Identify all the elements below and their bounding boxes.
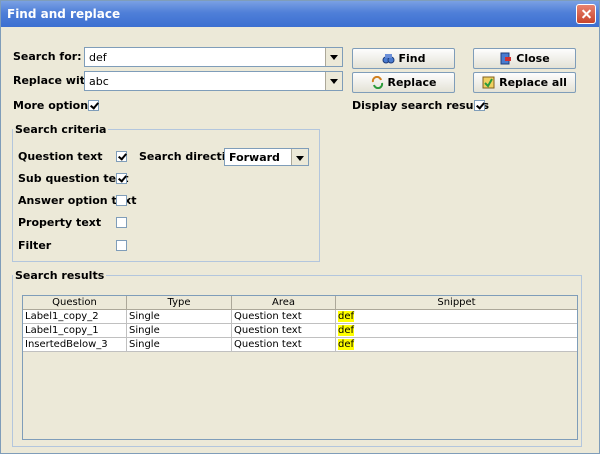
filter-checkbox[interactable] bbox=[116, 240, 127, 251]
property-text-label: Property text bbox=[18, 216, 102, 229]
cell-type: Single bbox=[127, 310, 232, 323]
replace-all-label: Replace all bbox=[499, 76, 567, 89]
results-table: Question Type Area Snippet Label1_copy_2… bbox=[22, 295, 578, 440]
search-results-title: Search results bbox=[13, 269, 107, 282]
cell-question: Label1_copy_1 bbox=[23, 324, 127, 337]
chevron-down-icon[interactable] bbox=[325, 72, 342, 90]
column-header-question[interactable]: Question bbox=[23, 296, 127, 309]
search-direction-value: Forward bbox=[229, 151, 280, 164]
sub-question-text-checkbox[interactable] bbox=[116, 173, 127, 184]
replace-button[interactable]: Replace bbox=[352, 72, 455, 93]
property-text-checkbox[interactable] bbox=[116, 217, 127, 228]
cell-question: InsertedBelow_3 bbox=[23, 338, 127, 351]
close-window-icon[interactable] bbox=[576, 4, 596, 24]
snippet-highlight: def bbox=[338, 339, 355, 350]
search-for-label: Search for: bbox=[13, 50, 82, 63]
cell-area: Question text bbox=[232, 310, 336, 323]
binoculars-icon bbox=[382, 52, 395, 65]
replace-with-value: abc bbox=[89, 75, 109, 88]
find-button[interactable]: Find bbox=[352, 48, 455, 69]
find-replace-dialog: Find and replace Search for: def Replace… bbox=[0, 0, 600, 454]
replace-with-combo[interactable]: abc bbox=[84, 71, 343, 91]
sub-question-text-label: Sub question text bbox=[18, 172, 129, 185]
replace-all-icon bbox=[482, 76, 495, 89]
cell-area: Question text bbox=[232, 338, 336, 351]
table-row[interactable]: Label1_copy_2 Single Question text def bbox=[23, 310, 577, 324]
chevron-down-icon[interactable] bbox=[325, 48, 342, 66]
table-row[interactable]: Label1_copy_1 Single Question text def bbox=[23, 324, 577, 338]
replace-all-button[interactable]: Replace all bbox=[473, 72, 576, 93]
snippet-highlight: def bbox=[338, 311, 355, 322]
cell-question: Label1_copy_2 bbox=[23, 310, 127, 323]
more-options-label: More options bbox=[13, 99, 95, 112]
chevron-down-icon[interactable] bbox=[291, 149, 308, 165]
cell-snippet: def bbox=[336, 324, 577, 337]
display-results-label: Display search results bbox=[352, 99, 490, 112]
cell-type: Single bbox=[127, 338, 232, 351]
cell-snippet: def bbox=[336, 310, 577, 323]
close-label: Close bbox=[516, 52, 550, 65]
column-header-type[interactable]: Type bbox=[127, 296, 232, 309]
question-text-label: Question text bbox=[18, 150, 103, 163]
find-label: Find bbox=[398, 52, 426, 65]
table-header: Question Type Area Snippet bbox=[23, 296, 577, 310]
search-criteria-title: Search criteria bbox=[13, 123, 109, 136]
table-row[interactable]: InsertedBelow_3 Single Question text def bbox=[23, 338, 577, 352]
search-for-value: def bbox=[89, 51, 107, 64]
window-title: Find and replace bbox=[7, 7, 121, 21]
cell-area: Question text bbox=[232, 324, 336, 337]
search-for-combo[interactable]: def bbox=[84, 47, 343, 67]
close-button[interactable]: Close bbox=[473, 48, 576, 69]
more-options-checkbox[interactable] bbox=[88, 100, 99, 111]
filter-label: Filter bbox=[18, 239, 52, 252]
column-header-area[interactable]: Area bbox=[232, 296, 336, 309]
replace-label: Replace bbox=[387, 76, 437, 89]
column-header-snippet[interactable]: Snippet bbox=[336, 296, 577, 309]
display-results-checkbox[interactable] bbox=[474, 100, 485, 111]
door-exit-icon bbox=[499, 52, 512, 65]
search-direction-combo[interactable]: Forward bbox=[224, 148, 309, 166]
cell-snippet: def bbox=[336, 338, 577, 351]
cell-type: Single bbox=[127, 324, 232, 337]
title-bar: Find and replace bbox=[1, 1, 599, 27]
snippet-highlight: def bbox=[338, 325, 355, 336]
replace-icon bbox=[371, 75, 384, 90]
question-text-checkbox[interactable] bbox=[116, 151, 127, 162]
answer-option-text-checkbox[interactable] bbox=[116, 195, 127, 206]
